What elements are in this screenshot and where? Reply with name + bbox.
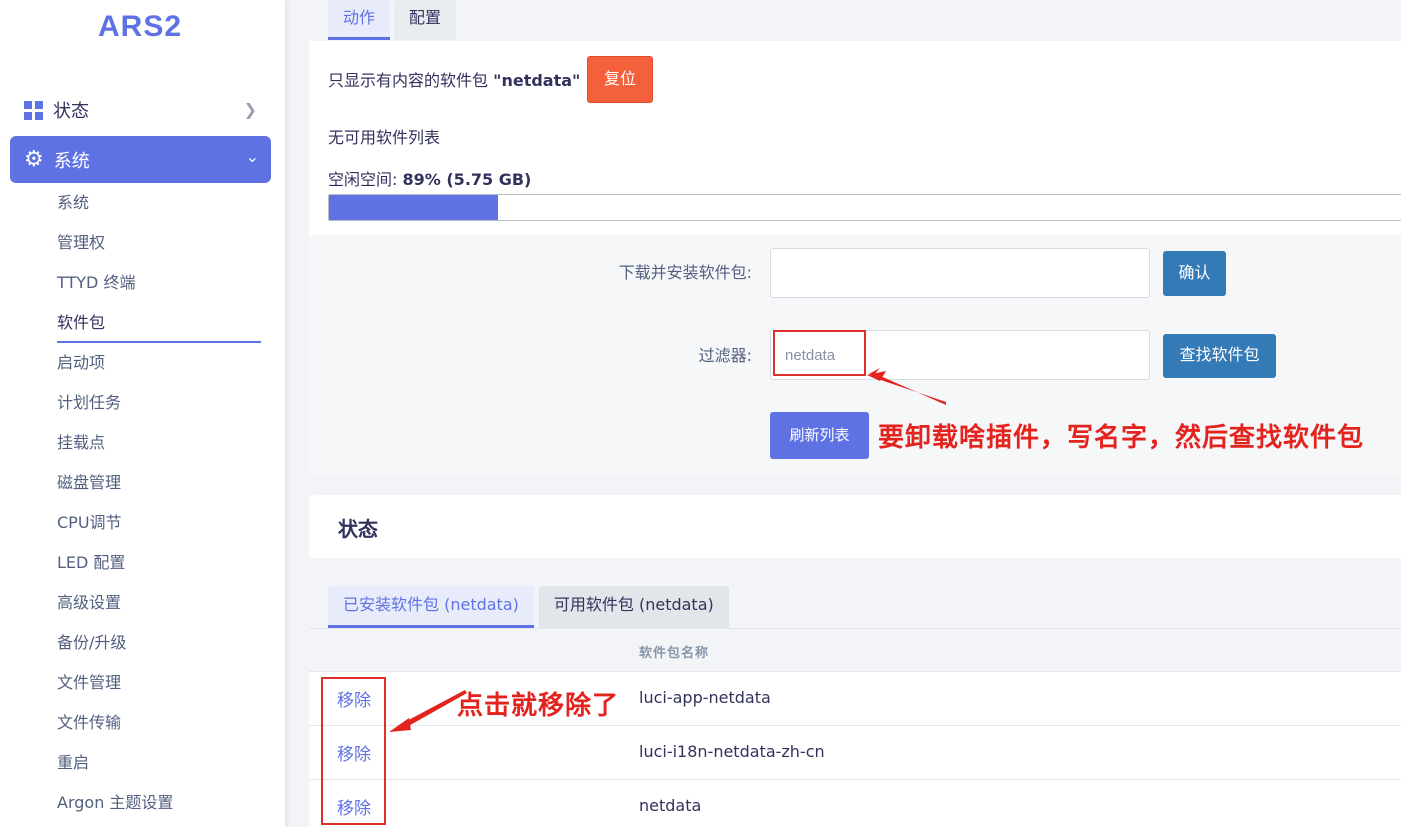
filter-label: 过滤器: — [698, 346, 752, 365]
sidebar-item-startup[interactable]: 启动项 — [57, 345, 261, 385]
download-field[interactable] — [770, 248, 1150, 298]
sidebar-item-cpu[interactable]: CPU调节 — [57, 505, 261, 545]
sidebar-item-crontab[interactable]: 计划任务 — [57, 385, 261, 425]
logo: ARS2 — [97, 10, 183, 43]
sidebar-item-led[interactable]: LED 配置 — [57, 545, 261, 585]
disk-usage-fill — [329, 195, 499, 220]
actions-card: 只显示有内容的软件包 "netdata" 复位 无可用软件列表 空闲空间: 89… — [309, 41, 1401, 235]
disk-usage-bar — [328, 194, 1401, 221]
free-space-value: 89% (5.75 GB) — [402, 170, 532, 189]
install-card: 下载并安装软件包: 确认 过滤器: 查找软件包 刷新列表 要卸载啥插件，写名字，… — [309, 235, 1401, 475]
nav-status-label: 状态 — [53, 101, 89, 122]
package-name: luci-i18n-netdata-zh-cn — [639, 742, 825, 761]
refresh-list-button[interactable]: 刷新列表 — [770, 412, 869, 459]
confirm-button[interactable]: 确认 — [1163, 251, 1226, 296]
sidebar-item-ttyd[interactable]: TTYD 终端 — [57, 265, 261, 305]
top-tabs: 动作 配置 — [328, 0, 457, 40]
filter-arrow-icon — [867, 368, 946, 405]
tab-available[interactable]: 可用软件包 (netdata) — [538, 586, 729, 628]
nav-system-label: 系统 — [53, 150, 90, 172]
status-title: 状态 — [338, 517, 378, 541]
download-input[interactable] — [771, 249, 1149, 297]
sidebar-item-advanced[interactable]: 高级设置 — [57, 585, 261, 625]
reset-button[interactable]: 复位 — [587, 56, 653, 103]
remove-annotation: 点击就移除了 — [457, 691, 620, 721]
column-package-name: 软件包名称 — [639, 646, 710, 661]
download-label: 下载并安装软件包: — [618, 263, 752, 282]
sidebar-item-argon[interactable]: Argon 主题设置 — [57, 785, 261, 825]
package-name: luci-app-netdata — [639, 688, 771, 707]
sidebar-item-admin[interactable]: 管理权 — [57, 225, 261, 265]
main-content: 动作 配置 只显示有内容的软件包 "netdata" 复位 无可用软件列表 空闲… — [309, 0, 1401, 827]
status-tabs: 已安装软件包 (netdata) 可用软件包 (netdata) — [328, 586, 729, 628]
sidebar-item-mounts[interactable]: 挂载点 — [57, 425, 261, 465]
filter-highlight-box — [773, 330, 866, 376]
sidebar-item-software[interactable]: 软件包 — [57, 305, 261, 343]
gear-icon: ⚙ — [24, 146, 44, 172]
nav-status[interactable]: 状态 ❯ — [10, 88, 271, 132]
chevron-down-icon: ⌄ — [245, 147, 259, 166]
filter-notice: 只显示有内容的软件包 "netdata" — [328, 67, 580, 91]
sidebar-item-disk[interactable]: 磁盘管理 — [57, 465, 261, 505]
sidebar-item-filemanager[interactable]: 文件管理 — [57, 665, 261, 705]
filter-notice-name: "netdata" — [493, 71, 581, 90]
sidebar-item-filetransfer[interactable]: 文件传输 — [57, 705, 261, 745]
free-space-text: 空闲空间: 89% (5.75 GB) — [328, 166, 531, 190]
tab-config[interactable]: 配置 — [394, 0, 457, 40]
status-section-header: 状态 — [309, 495, 1401, 558]
filter-annotation: 要卸载啥插件，写名字，然后查找软件包 — [878, 423, 1365, 453]
table-header: 软件包名称 — [309, 629, 1401, 672]
sidebar: ARS2 状态 ❯ ⚙ 系统 ⌄ 系统 管理权 TTYD 终端 软件包 启动项 … — [0, 0, 285, 827]
sidebar-item-system[interactable]: 系统 — [57, 185, 261, 225]
package-name: netdata — [639, 796, 702, 815]
nav-system[interactable]: ⚙ 系统 ⌄ — [10, 136, 271, 183]
filter-notice-prefix: 只显示有内容的软件包 — [328, 71, 489, 90]
no-list-text: 无可用软件列表 — [328, 128, 441, 147]
chevron-right-icon: ❯ — [243, 100, 257, 119]
tab-installed[interactable]: 已安装软件包 (netdata) — [328, 586, 534, 628]
tab-actions[interactable]: 动作 — [328, 0, 391, 40]
sidebar-item-reboot[interactable]: 重启 — [57, 745, 261, 785]
remove-highlight-box — [321, 677, 386, 825]
sidebar-item-backup[interactable]: 备份/升级 — [57, 625, 261, 665]
system-submenu: 系统 管理权 TTYD 终端 软件包 启动项 计划任务 挂载点 磁盘管理 CPU… — [57, 185, 261, 825]
find-packages-button[interactable]: 查找软件包 — [1163, 334, 1276, 378]
table-row: 移除 netdata — [309, 780, 1401, 827]
free-space-label: 空闲空间: — [328, 170, 398, 189]
dashboard-icon — [24, 100, 43, 120]
